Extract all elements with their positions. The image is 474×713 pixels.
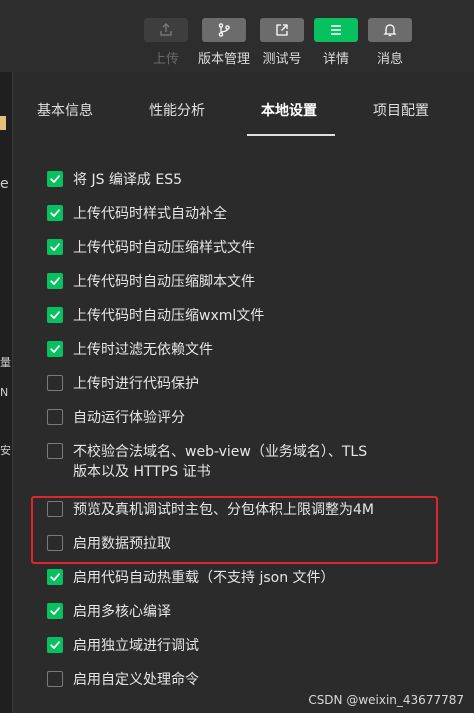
option-label: 上传代码时自动压缩样式文件 — [73, 238, 255, 258]
option-label-line: 版本以及 HTTPS 证书 — [73, 464, 211, 480]
checkbox-checked[interactable] — [47, 205, 63, 221]
option-label-line: 上传代码时自动压缩样式文件 — [73, 240, 255, 256]
checkbox-checked[interactable] — [47, 171, 63, 187]
check-icon — [50, 641, 60, 649]
version-management-button[interactable]: 版本管理 — [195, 18, 253, 68]
option-label: 不校验合法域名、web-view（业务域名）、TLS 版本以及 HTTPS 证书 — [73, 442, 367, 482]
option-label: 上传时进行代码保护 — [73, 374, 199, 394]
option-label-line: 将 JS 编译成 ES5 — [73, 172, 183, 188]
version-management-label: 版本管理 — [197, 52, 250, 67]
option-row[interactable]: 启用自定义处理命令 — [47, 670, 199, 690]
check-icon — [50, 345, 60, 353]
option-row[interactable]: 自动运行体验评分 — [47, 408, 185, 428]
option-label-line: 启用代码自动热重载（不支持 json 文件） — [73, 570, 335, 586]
option-label: 启用自定义处理命令 — [73, 670, 199, 690]
option-row[interactable]: 将 JS 编译成 ES5 — [47, 170, 182, 190]
option-row[interactable]: 上传时过滤无依赖文件 — [47, 340, 213, 360]
checkbox-checked[interactable] — [47, 569, 63, 585]
checkbox-checked[interactable] — [47, 239, 63, 255]
option-label-line: 上传时进行代码保护 — [73, 376, 199, 392]
menu-icon — [331, 25, 341, 35]
test-account-label: 测试号 — [262, 52, 302, 67]
watermark: CSDN @weixin_43677787 — [308, 693, 464, 707]
panel-tabs: 基本信息 性能分析 本地设置 项目配置 — [13, 72, 474, 136]
editor-marker — [0, 116, 6, 130]
checkbox-checked[interactable] — [47, 603, 63, 619]
checkbox-unchecked[interactable] — [47, 409, 63, 425]
option-label: 上传时过滤无依赖文件 — [73, 340, 213, 360]
option-label: 启用独立域进行调试 — [73, 636, 199, 656]
option-label-line: 启用独立域进行调试 — [73, 638, 199, 654]
tab-basic-info[interactable]: 基本信息 — [37, 100, 93, 120]
checkbox-checked[interactable] — [47, 637, 63, 653]
tab-project-config[interactable]: 项目配置 — [373, 100, 429, 120]
option-label-line: 上传代码时自动压缩wxml文件 — [73, 308, 265, 324]
option-row[interactable]: 启用独立域进行调试 — [47, 636, 199, 656]
option-label: 启用代码自动热重载（不支持 json 文件） — [73, 568, 335, 588]
check-icon — [50, 573, 60, 581]
tab-local-settings[interactable]: 本地设置 — [261, 100, 317, 120]
option-label: 自动运行体验评分 — [73, 408, 185, 428]
option-label-line: 上传代码时自动压缩脚本文件 — [73, 274, 255, 290]
option-row[interactable]: 上传代码时样式自动补全 — [47, 204, 227, 224]
editor-fragment: 安 — [0, 444, 11, 457]
tab-performance[interactable]: 性能分析 — [149, 100, 205, 120]
external-link-icon — [276, 24, 288, 36]
option-row[interactable]: 不校验合法域名、web-view（业务域名）、TLS 版本以及 HTTPS 证书 — [47, 442, 367, 482]
option-row[interactable]: 上传时进行代码保护 — [47, 374, 199, 394]
option-label-line: 上传代码时样式自动补全 — [73, 206, 227, 222]
checkbox-unchecked[interactable] — [47, 671, 63, 687]
option-label-line: 不校验合法域名、web-view（业务域名）、TLS — [73, 444, 368, 460]
upload-label: 上传 — [152, 52, 179, 67]
option-row[interactable]: 上传代码时自动压缩脚本文件 — [47, 272, 255, 292]
highlight-box — [31, 496, 438, 564]
option-label: 上传代码时自动压缩脚本文件 — [73, 272, 255, 292]
option-row[interactable]: 启用多核心编译 — [47, 602, 171, 622]
check-icon — [50, 175, 60, 183]
editor-fragment: 量 — [0, 356, 11, 369]
messages-button[interactable]: 消息 — [361, 18, 419, 68]
editor-left-strip: e 量 N 安 — [0, 72, 12, 713]
option-label: 上传代码时自动压缩wxml文件 — [73, 306, 264, 326]
check-icon — [50, 243, 60, 251]
upload-button[interactable]: 上传 — [137, 18, 195, 68]
option-label: 启用多核心编译 — [73, 602, 171, 622]
check-icon — [50, 277, 60, 285]
active-tab-indicator — [247, 134, 335, 136]
checkbox-unchecked[interactable] — [47, 375, 63, 391]
checkbox-checked[interactable] — [47, 273, 63, 289]
details-panel: 基本信息 性能分析 本地设置 项目配置 将 JS 编译成 ES5 上传代码时样式自… — [12, 72, 474, 713]
upload-icon — [160, 23, 172, 36]
check-icon — [50, 311, 60, 319]
top-toolbar: 上传 版本管理 测试号 详情 消息 — [0, 0, 474, 72]
branch-icon — [218, 23, 230, 37]
details-button[interactable]: 详情 — [307, 18, 365, 68]
bell-icon — [383, 24, 397, 37]
option-row[interactable]: 启用代码自动热重载（不支持 json 文件） — [47, 568, 335, 588]
option-row[interactable]: 上传代码时自动压缩wxml文件 — [47, 306, 264, 326]
option-label-line: 上传时过滤无依赖文件 — [73, 342, 213, 358]
checkbox-unchecked[interactable] — [47, 443, 63, 459]
option-label: 上传代码时样式自动补全 — [73, 204, 227, 224]
option-label-line: 启用自定义处理命令 — [73, 672, 199, 688]
option-row[interactable]: 上传代码时自动压缩样式文件 — [47, 238, 255, 258]
option-label-line: 启用多核心编译 — [73, 604, 171, 620]
messages-label: 消息 — [376, 52, 403, 67]
editor-fragment: e — [0, 176, 9, 192]
check-icon — [50, 607, 60, 615]
option-label-line: 自动运行体验评分 — [73, 410, 185, 426]
checkbox-checked[interactable] — [47, 341, 63, 357]
option-label: 将 JS 编译成 ES5 — [73, 170, 182, 190]
checkbox-checked[interactable] — [47, 307, 63, 323]
check-icon — [50, 209, 60, 217]
details-label: 详情 — [322, 52, 349, 67]
editor-fragment: N — [0, 386, 9, 399]
test-account-button[interactable]: 测试号 — [253, 18, 311, 68]
